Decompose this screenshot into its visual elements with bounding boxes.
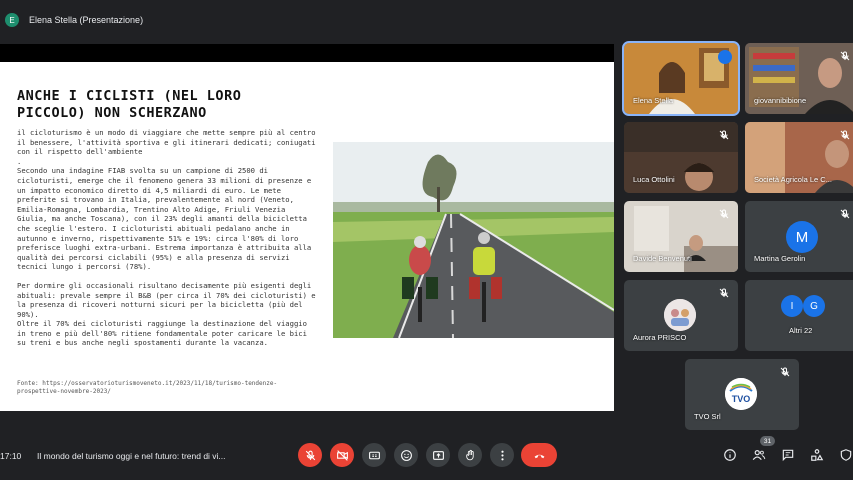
slide-title: ANCHE I CICLISTI (NEL LORO PICCOLO) NON …: [17, 88, 242, 121]
camera-off-icon: [336, 449, 348, 461]
participant-tile-elena-stella[interactable]: Elena Stella: [622, 41, 740, 116]
tvo-logo: TVO: [725, 378, 757, 410]
participant-name: Elena Stella: [633, 96, 674, 105]
avatar: G: [803, 295, 825, 317]
more-options-button[interactable]: [490, 443, 514, 467]
avatar: M: [786, 221, 818, 253]
people-icon[interactable]: [752, 448, 766, 462]
hand-icon: [465, 449, 474, 460]
participant-tile-martina-gerolin[interactable]: M Martina Gerolin: [745, 201, 853, 272]
slide-paragraph: Secondo una indagine FIAB svolta su un c…: [17, 166, 312, 272]
presenter-label: Elena Stella (Presentazione): [29, 15, 144, 25]
meeting-title: Il mondo del turismo oggi e nel futuro: …: [37, 451, 226, 461]
participant-name: Martina Gerolin: [754, 254, 806, 263]
mic-off-icon: [840, 209, 850, 219]
presenter-bar: E Elena Stella (Presentazione): [0, 8, 853, 32]
avatar: [664, 299, 696, 331]
mic-off-icon: [719, 130, 729, 140]
participant-tile-davide-benvenuti[interactable]: Davide Benvenuti: [624, 201, 738, 272]
mic-toggle-button[interactable]: [298, 443, 322, 467]
slide-source: Fonte: https://osservatorioturismoveneto…: [17, 380, 278, 395]
mic-off-icon: [780, 367, 790, 377]
speaking-indicator-icon: [718, 50, 732, 64]
slide-spacer: [17, 272, 319, 281]
hang-up-icon: [534, 454, 544, 458]
participant-name: Aurora PRISCO: [633, 333, 687, 342]
tvo-logo-text: TVO: [731, 394, 751, 404]
more-vertical-icon: [500, 450, 504, 460]
control-bar: 17:10 Il mondo del turismo oggi e nel fu…: [0, 438, 853, 472]
avatar-photo: [664, 299, 696, 331]
emoji-icon: [400, 449, 412, 461]
present-screen-icon: [432, 450, 444, 460]
presentation-stage[interactable]: ANCHE I CICLISTI (NEL LORO PICCOLO) NON …: [0, 44, 614, 411]
host-controls-icon[interactable]: [839, 448, 853, 462]
participant-count-badge: 31: [760, 436, 775, 446]
participant-tile-others[interactable]: I G Altri 22: [745, 280, 853, 351]
slide-paragraph: Per dormire gli occasionali risultano de…: [17, 280, 316, 319]
mic-off-icon: [840, 130, 850, 140]
participant-name: Davide Benvenuti: [633, 254, 692, 263]
mic-off-icon: [719, 209, 729, 219]
participant-name: Luca Ottolini: [633, 175, 675, 184]
slide-body: il cicloturismo è un modo di viaggiare c…: [17, 128, 319, 348]
mic-off-icon: [719, 288, 729, 298]
present-button[interactable]: [426, 443, 450, 467]
cyclists-photo: [333, 142, 614, 338]
presenter-avatar: E: [5, 13, 19, 27]
participant-tile-giovannibibione[interactable]: giovannibibione: [745, 43, 853, 114]
raise-hand-button[interactable]: [458, 443, 482, 467]
reactions-button[interactable]: [394, 443, 418, 467]
meet-window: E Elena Stella (Presentazione) ANCHE I C…: [0, 0, 853, 480]
participant-name: TVO Srl: [694, 412, 721, 421]
slide-paragraph: il cicloturismo è un modo di viaggiare c…: [17, 128, 316, 157]
meeting-time: 17:10: [0, 451, 22, 461]
slide-paragraph: Oltre il 70% dei cicloturisti raggiunge …: [17, 319, 307, 348]
participant-name: Altri 22: [789, 326, 813, 335]
info-icon[interactable]: [723, 448, 737, 462]
participant-name: giovannibibione: [754, 96, 807, 105]
mic-off-icon: [305, 450, 315, 460]
chat-icon[interactable]: [781, 448, 795, 462]
participant-name: Società Agricola Le C...: [754, 175, 832, 184]
participant-tile-luca-ottolini[interactable]: Luca Ottolini: [624, 122, 738, 193]
activities-icon[interactable]: [810, 448, 824, 462]
camera-toggle-button[interactable]: [330, 443, 354, 467]
participant-tile-aurora-prisco[interactable]: Aurora PRISCO: [624, 280, 738, 351]
leave-call-button[interactable]: [521, 443, 557, 467]
slide-paragraph: .: [17, 156, 22, 166]
avatar: I: [781, 295, 803, 317]
mic-off-icon: [840, 51, 850, 61]
captions-button[interactable]: [362, 443, 386, 467]
participant-tile-tvo-srl[interactable]: TVO TVO Srl: [685, 359, 799, 430]
captions-icon: [368, 451, 380, 459]
participant-tile-societa-agricola[interactable]: Società Agricola Le C...: [745, 122, 853, 193]
